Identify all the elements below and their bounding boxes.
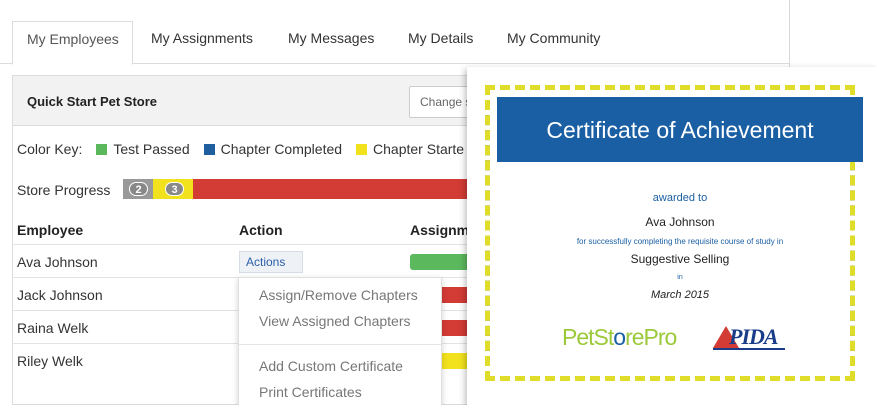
- awarded-to-text: awarded to: [652, 192, 708, 204]
- color-key: Color Key: Test Passed Chapter Completed Ch…: [17, 141, 464, 157]
- tab-my-community[interactable]: My Community: [507, 30, 600, 46]
- tab-my-employees[interactable]: My Employees: [12, 21, 133, 65]
- menu-divider: [239, 344, 441, 345]
- color-key-chapter-completed: Chapter Completed: [220, 141, 343, 157]
- menu-item-view-assigned-chapters[interactable]: View Assigned Chapters: [259, 313, 411, 329]
- table-row: Ava Johnson Actions: [13, 244, 473, 277]
- assignment-progress-bar: [410, 254, 473, 270]
- column-header-action: Action: [239, 222, 283, 238]
- store-progress-bar: 2 3: [123, 179, 473, 199]
- column-header-assignments: Assignm: [410, 222, 470, 238]
- recipient-name: Ava Johnson: [645, 215, 715, 229]
- actions-button[interactable]: Actions: [239, 251, 303, 273]
- tab-my-assignments[interactable]: My Assignments: [151, 30, 253, 46]
- test-passed-swatch: [96, 144, 108, 155]
- employee-name: Riley Welk: [17, 353, 83, 369]
- certificate: Certificate of Achievement awarded to Av…: [467, 67, 877, 405]
- tab-my-messages[interactable]: My Messages: [288, 30, 374, 46]
- column-header-employee: Employee: [17, 222, 84, 238]
- tab-bar: My Employees My Assignments My Messages …: [0, 0, 790, 65]
- color-key-chapter-started: Chapter Starte: [373, 141, 465, 157]
- employee-name: Raina Welk: [17, 320, 89, 336]
- menu-item-assign-remove-chapters[interactable]: Assign/Remove Chapters: [259, 287, 418, 303]
- petstorepro-logo: PetStorePro: [562, 324, 677, 350]
- employee-name: Jack Johnson: [17, 287, 103, 303]
- pida-logo: PIDA: [711, 322, 787, 352]
- certificate-date: March 2015: [650, 289, 710, 301]
- progress-badge: 3: [165, 182, 184, 196]
- course-name: Suggestive Selling: [630, 252, 730, 266]
- menu-item-add-custom-certificate[interactable]: Add Custom Certificate: [259, 358, 403, 374]
- tab-my-details[interactable]: My Details: [408, 30, 473, 46]
- in-text: in: [677, 274, 683, 281]
- menu-item-print-certificates[interactable]: Print Certificates: [259, 384, 362, 400]
- store-progress-label: Store Progress: [17, 182, 111, 198]
- color-key-label: Color Key:: [17, 141, 83, 157]
- actions-dropdown-menu: Assign/Remove Chapters View Assigned Cha…: [238, 277, 442, 405]
- chapter-completed-swatch: [203, 144, 215, 155]
- certificate-banner: Certificate of Achievement: [497, 97, 863, 162]
- chapter-started-swatch: [356, 144, 368, 155]
- store-name: Quick Start Pet Store: [27, 94, 158, 109]
- certificate-title: Certificate of Achievement: [546, 117, 814, 143]
- employee-name: Ava Johnson: [17, 254, 98, 270]
- color-key-test-passed: Test Passed: [113, 141, 190, 157]
- completion-text: for successfully completing the requisit…: [576, 237, 784, 246]
- progress-badge: 2: [129, 182, 148, 196]
